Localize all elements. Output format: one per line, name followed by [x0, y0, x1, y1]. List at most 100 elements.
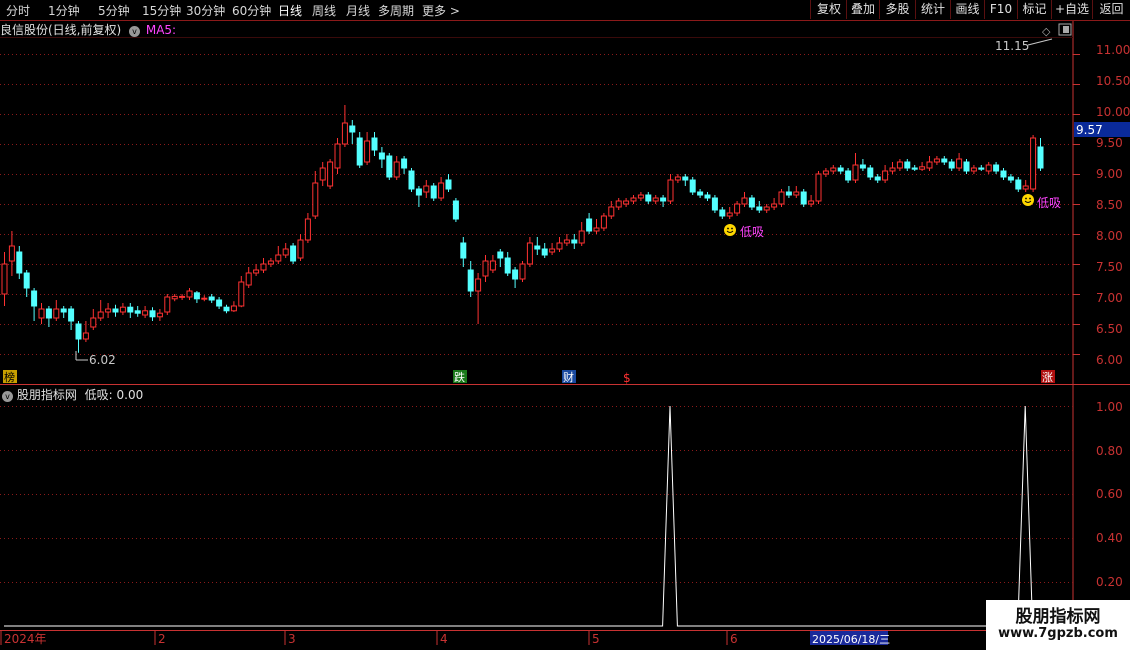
candle-body: [793, 191, 800, 196]
candle-body: [756, 206, 763, 211]
price-tick: 6.50: [1096, 322, 1123, 336]
candle-body: [600, 215, 607, 229]
candle-body: [697, 191, 704, 196]
candle-body: [23, 272, 30, 289]
candle-body: [778, 191, 785, 205]
candle-body: [882, 170, 889, 181]
event-marker-dollar[interactable]: $: [623, 371, 631, 385]
diamond-icon[interactable]: ◇: [1042, 25, 1051, 38]
candle-body: [674, 176, 681, 181]
candle-body: [489, 260, 496, 271]
candle-body: [933, 158, 940, 163]
candle-body: [541, 248, 548, 256]
candle-body: [771, 203, 778, 208]
candle-body: [571, 239, 578, 244]
candle-body: [504, 257, 511, 274]
event-marker-bang[interactable]: 榜: [4, 370, 15, 384]
candle-body: [645, 194, 652, 202]
signal-marker-2: 低吸: [1022, 194, 1061, 210]
date-label: 2024年: [4, 632, 47, 646]
candle-body: [171, 295, 178, 300]
date-label: 3: [288, 632, 296, 646]
date-label: 5: [592, 632, 600, 646]
candle-body: [1037, 146, 1044, 169]
candle-body: [741, 197, 748, 205]
candle-body: [208, 296, 215, 301]
price-tick: 10.00: [1096, 105, 1130, 119]
price-tick: 7.00: [1096, 291, 1123, 305]
candle-body: [711, 197, 718, 211]
candle-body: [82, 332, 89, 340]
candle-body: [105, 308, 112, 313]
candle-body: [401, 158, 408, 169]
candle-body: [763, 206, 770, 211]
candle-body: [460, 242, 467, 259]
candle-body: [963, 161, 970, 172]
watermark-title: 股朋指标网: [1015, 607, 1101, 627]
candle-body: [830, 167, 837, 172]
event-marker-die[interactable]: 跌: [454, 370, 465, 384]
candle-body: [867, 167, 874, 178]
candle-body: [238, 281, 245, 307]
candle-body: [837, 167, 844, 172]
price-tick: 6.00: [1096, 353, 1123, 367]
candle-body: [393, 161, 400, 178]
candle-body: [660, 197, 667, 202]
high-price-annotation: 11.15: [995, 39, 1029, 53]
candle-body: [386, 155, 393, 178]
candle-body: [512, 269, 519, 280]
candle-body: [1022, 185, 1029, 190]
candle-body: [349, 125, 356, 133]
price-tick: 9.00: [1096, 167, 1123, 181]
candle-body: [149, 310, 156, 318]
candle-body: [164, 296, 171, 313]
candle-body: [608, 206, 615, 217]
candle-body: [623, 200, 630, 205]
candle-body: [341, 122, 348, 145]
candle-body: [985, 164, 992, 172]
date-label: 2: [158, 632, 166, 646]
candle-body: [822, 170, 829, 175]
candle-body: [637, 194, 644, 199]
candle-body: [156, 312, 163, 318]
candle-body: [667, 179, 674, 202]
candle-body: [1007, 176, 1014, 181]
indicator-tick: 1.00: [1096, 400, 1123, 414]
candle-body: [630, 197, 637, 202]
candle-body: [408, 170, 415, 190]
candle-body: [438, 182, 445, 199]
candle-body: [845, 170, 852, 181]
candle-body: [230, 305, 237, 312]
candle-body: [334, 143, 341, 169]
candle-body: [179, 295, 186, 298]
candle-body: [275, 254, 282, 262]
candle-body: [719, 209, 726, 217]
candle-body: [119, 306, 126, 313]
price-tick: 11.00: [1096, 43, 1130, 57]
candle-body: [282, 248, 289, 256]
candle-body: [445, 179, 452, 190]
candle-body: [467, 269, 474, 292]
candle-body: [534, 245, 541, 250]
candle-body: [519, 263, 526, 280]
event-marker-zhang[interactable]: 涨: [1042, 371, 1053, 384]
last-price-label: 9.57: [1076, 123, 1103, 137]
candle-body: [993, 164, 1000, 172]
date-label: 6: [730, 632, 738, 646]
kline-chart[interactable]: 11.00 10.50 10.00 9.50 9.00 8.50 8.00 7.…: [0, 0, 1130, 650]
candle-body: [726, 212, 733, 217]
candle-body: [904, 161, 911, 169]
candle-body: [127, 306, 134, 313]
signal-marker-1: 低吸: [724, 224, 764, 239]
candle-body: [549, 248, 556, 253]
candle-body: [475, 278, 482, 292]
indicator-tick: 0.40: [1096, 531, 1123, 545]
candle-body: [112, 308, 119, 313]
candle-body: [60, 308, 67, 313]
candle-body: [497, 251, 504, 259]
candle-body: [415, 188, 422, 196]
candle-body: [785, 191, 792, 196]
event-marker-cai[interactable]: 财: [563, 370, 574, 384]
price-tick: 8.50: [1096, 198, 1123, 212]
candle-body: [615, 200, 622, 208]
